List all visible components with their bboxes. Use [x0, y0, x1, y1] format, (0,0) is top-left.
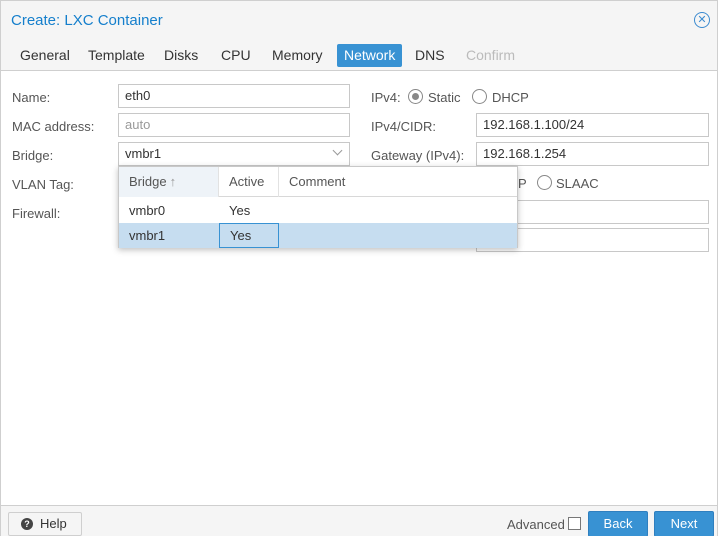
close-icon[interactable]: ✕ — [694, 12, 710, 28]
sort-asc-icon: ↑ — [169, 174, 177, 189]
vlan-tag-label: VLAN Tag: — [12, 177, 74, 192]
help-button[interactable]: ? Help — [8, 512, 82, 536]
tab-dns[interactable]: DNS — [408, 44, 452, 67]
tab-confirm: Confirm — [466, 47, 516, 63]
column-header-comment[interactable]: Comment — [279, 167, 517, 197]
create-lxc-dialog: Create: LXC Container ✕ General Template… — [0, 0, 718, 536]
name-label: Name: — [12, 90, 51, 105]
dialog-title: Create: LXC Container — [11, 12, 163, 29]
mac-address-input[interactable]: auto — [118, 113, 350, 137]
name-input[interactable]: eth0 — [118, 84, 350, 108]
question-icon: ? — [21, 518, 33, 530]
row-comment-cell — [279, 198, 517, 223]
dropdown-row-vmbr0[interactable]: vmbr0 Yes — [119, 198, 517, 223]
ipv4-dhcp-radio[interactable] — [472, 89, 487, 104]
advanced-checkbox[interactable] — [568, 517, 581, 530]
tab-network[interactable]: Network — [337, 44, 403, 67]
ipv4-static-label: Static — [428, 90, 461, 105]
back-button[interactable]: Back — [588, 511, 648, 536]
dialog-footer: ? Help Advanced Back Next — [1, 505, 717, 536]
row-comment-cell — [279, 223, 517, 248]
tab-template[interactable]: Template — [81, 44, 152, 67]
dialog-titlebar: Create: LXC Container ✕ — [1, 1, 717, 39]
ipv4-label: IPv4: — [371, 90, 401, 105]
firewall-label: Firewall: — [12, 206, 61, 221]
gateway-ipv4-label: Gateway (IPv4): — [371, 148, 465, 163]
row-active-cell: Yes — [229, 203, 251, 218]
chevron-down-icon[interactable] — [332, 145, 343, 156]
column-header-bridge[interactable]: Bridge ↑ — [119, 167, 219, 197]
bridge-dropdown-list: Bridge ↑ Active Comment vmbr0 Yes vmbr1 Y… — [118, 166, 518, 248]
network-form: Name: eth0 MAC address: auto Bridge: vmb… — [1, 72, 717, 504]
column-header-bridge-label: Bridge — [129, 174, 167, 189]
help-button-label: Help — [40, 516, 67, 531]
ipv6-slaac-label: SLAAC — [556, 176, 599, 191]
dropdown-row-vmbr1[interactable]: vmbr1 Yes — [119, 223, 517, 248]
bridge-select-value: vmbr1 — [125, 146, 162, 161]
bridge-select[interactable]: vmbr1 — [118, 142, 350, 166]
tab-disks[interactable]: Disks — [157, 44, 205, 67]
gateway-ipv4-input[interactable]: 192.168.1.254 — [476, 142, 709, 166]
ipv6-slaac-radio[interactable] — [537, 175, 552, 190]
tab-memory[interactable]: Memory — [265, 44, 330, 67]
row-active-cell: Yes — [219, 223, 279, 248]
bridge-label: Bridge: — [12, 148, 54, 163]
ipv4-cidr-input[interactable]: 192.168.1.100/24 — [476, 113, 709, 137]
ipv4-static-radio[interactable] — [408, 89, 423, 104]
advanced-label: Advanced — [507, 517, 565, 532]
wizard-tabbar: General Template Disks CPU Memory Networ… — [1, 39, 717, 71]
ipv4-cidr-label: IPv4/CIDR: — [371, 119, 437, 134]
ipv4-dhcp-label: DHCP — [492, 90, 529, 105]
tab-cpu[interactable]: CPU — [214, 44, 258, 67]
tab-general[interactable]: General — [13, 44, 77, 67]
ipv6-dhcp-partial-label: P — [518, 176, 527, 191]
column-header-active[interactable]: Active — [219, 167, 279, 197]
mac-address-label: MAC address: — [12, 119, 95, 134]
row-bridge-cell: vmbr1 — [129, 228, 166, 243]
dropdown-header: Bridge ↑ Active Comment — [119, 167, 517, 197]
next-button[interactable]: Next — [654, 511, 714, 536]
row-bridge-cell: vmbr0 — [129, 203, 166, 218]
